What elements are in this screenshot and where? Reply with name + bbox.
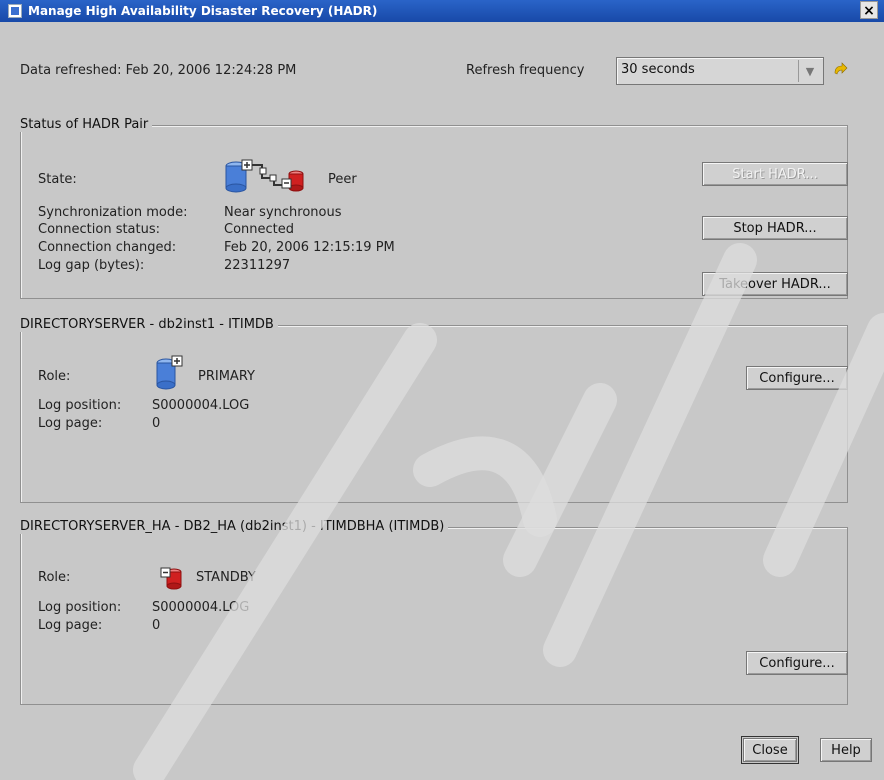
window-close-button[interactable]: × bbox=[860, 1, 878, 19]
takeover-hadr-button[interactable]: Takeover HADR... bbox=[702, 272, 848, 296]
standby-log-page-label: Log page: bbox=[38, 618, 103, 633]
conn-status-label: Connection status: bbox=[38, 222, 161, 237]
state-label: State: bbox=[38, 172, 77, 187]
standby-configure-button[interactable]: Configure... bbox=[746, 651, 848, 675]
close-button[interactable]: Close bbox=[741, 736, 799, 764]
app-icon bbox=[8, 4, 22, 18]
conn-changed-value: Feb 20, 2006 12:15:19 PM bbox=[224, 240, 395, 255]
conn-status-value: Connected bbox=[224, 222, 295, 237]
refresh-frequency-value: 30 seconds bbox=[621, 62, 695, 77]
standby-log-position-label: Log position: bbox=[38, 600, 122, 615]
dropdown-arrow-icon[interactable]: ▼ bbox=[798, 60, 821, 82]
start-hadr-button[interactable]: Start HADR... bbox=[702, 162, 848, 186]
data-refreshed-text: Data refreshed: Feb 20, 2006 12:24:28 PM bbox=[20, 63, 297, 78]
primary-group: DIRECTORYSERVER - db2inst1 - ITIMDB bbox=[20, 317, 848, 503]
refresh-frequency-select[interactable]: 30 seconds ▼ bbox=[616, 57, 824, 85]
stop-hadr-button[interactable]: Stop HADR... bbox=[702, 216, 848, 240]
state-value: Peer bbox=[328, 172, 357, 187]
status-group-title: Status of HADR Pair bbox=[20, 117, 153, 132]
primary-log-page-label: Log page: bbox=[38, 416, 103, 431]
primary-configure-button[interactable]: Configure... bbox=[746, 366, 848, 390]
standby-role-label: Role: bbox=[38, 570, 71, 585]
primary-log-position-label: Log position: bbox=[38, 398, 122, 413]
standby-log-page-value: 0 bbox=[152, 618, 161, 633]
primary-database-icon bbox=[156, 355, 183, 390]
hadr-pair-peer-icon bbox=[225, 159, 304, 193]
primary-role-label: Role: bbox=[38, 369, 71, 384]
standby-group-title: DIRECTORYSERVER_HA - DB2_HA (db2inst1) -… bbox=[20, 519, 449, 534]
primary-role-value: PRIMARY bbox=[198, 369, 255, 384]
standby-database-icon bbox=[160, 567, 182, 590]
title-bar: Manage High Availability Disaster Recove… bbox=[0, 0, 884, 22]
standby-log-position-value: S0000004.LOG bbox=[152, 600, 250, 615]
refresh-frequency-label: Refresh frequency bbox=[466, 63, 585, 78]
log-gap-label: Log gap (bytes): bbox=[38, 258, 145, 273]
window-title: Manage High Availability Disaster Recove… bbox=[28, 4, 378, 18]
sync-mode-value: Near synchronous bbox=[224, 205, 342, 220]
refresh-icon[interactable] bbox=[832, 62, 850, 78]
standby-role-value: STANDBY bbox=[196, 570, 256, 585]
primary-group-title: DIRECTORYSERVER - db2inst1 - ITIMDB bbox=[20, 317, 278, 332]
primary-log-page-value: 0 bbox=[152, 416, 161, 431]
conn-changed-label: Connection changed: bbox=[38, 240, 177, 255]
standby-group: DIRECTORYSERVER_HA - DB2_HA (db2inst1) -… bbox=[20, 519, 848, 705]
sync-mode-label: Synchronization mode: bbox=[38, 205, 188, 220]
primary-log-position-value: S0000004.LOG bbox=[152, 398, 250, 413]
help-button[interactable]: Help bbox=[820, 738, 872, 762]
log-gap-value: 22311297 bbox=[224, 258, 291, 273]
